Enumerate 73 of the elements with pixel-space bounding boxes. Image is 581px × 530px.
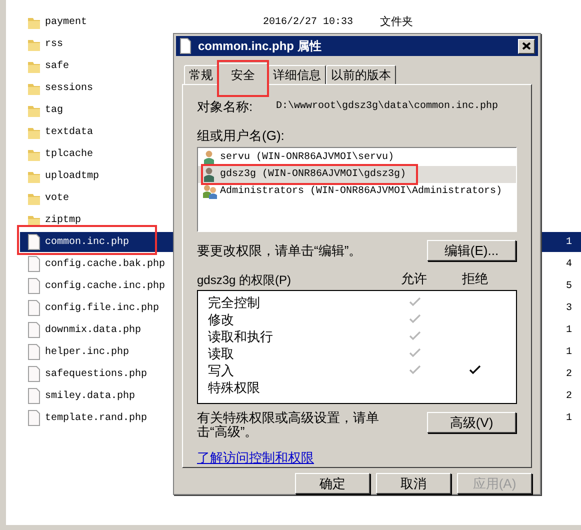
- file-name[interactable]: tag: [45, 102, 165, 118]
- file-name[interactable]: config.cache.bak.php: [45, 256, 165, 272]
- advanced-button[interactable]: 高级(V): [427, 412, 516, 432]
- date-cell-text: 2016/2/27 10:33: [263, 16, 354, 30]
- help-link[interactable]: 了解访问控制和权限: [197, 448, 314, 467]
- user-list-item[interactable]: servu (WIN-ONR86AJVMOI\servu): [198, 149, 516, 166]
- field-label: 组或用户名(G):: [197, 126, 286, 145]
- file-icon: [27, 278, 41, 294]
- file-name[interactable]: config.cache.inc.php: [45, 278, 165, 294]
- tab[interactable]: 以前的版本: [326, 65, 396, 84]
- file-icon: [27, 300, 41, 316]
- edit-button[interactable]: 编辑(E)...: [427, 240, 516, 261]
- user-icon: [202, 167, 216, 182]
- file-name[interactable]: helper.inc.php: [45, 344, 165, 360]
- size-cell-text: 1: [566, 412, 572, 426]
- file-name[interactable]: rss: [45, 36, 165, 52]
- file-name[interactable]: payment: [45, 14, 165, 30]
- size-cell-text: 3: [566, 302, 572, 316]
- user-list-item[interactable]: Administrators (WIN-ONR86AJVMOI\Administrators): [198, 183, 516, 200]
- file-name[interactable]: tplcache: [45, 146, 165, 162]
- dialog-button[interactable]: 确定: [295, 473, 370, 494]
- size-cell-text: 1: [566, 324, 572, 338]
- size-cell-text: 2: [566, 390, 572, 404]
- file-name[interactable]: vote: [45, 190, 165, 206]
- size-cell-text: 5: [566, 280, 572, 294]
- column-header: 允许: [401, 270, 428, 288]
- user-list-item[interactable]: gdsz3g (WIN-ONR86AJVMOI\gdsz3g): [198, 166, 516, 183]
- type-cell-text: 文件夹: [380, 14, 413, 30]
- dialog-button[interactable]: 取消: [376, 473, 451, 494]
- file-name[interactable]: sessions: [45, 80, 165, 96]
- column-header: 拒绝: [462, 270, 488, 288]
- file-name[interactable]: smiley.data.php: [45, 388, 165, 404]
- permission-name: 特殊权限: [208, 378, 261, 397]
- size-cell-text: 1: [566, 346, 572, 360]
- file-icon: [27, 256, 41, 272]
- file-name[interactable]: common.inc.php: [45, 234, 165, 250]
- file-icon: [27, 366, 41, 382]
- field-label: 对象名称:: [197, 98, 254, 116]
- tab[interactable]: 常规: [184, 65, 218, 84]
- file-name[interactable]: safequestions.php: [45, 366, 165, 382]
- close-icon: [522, 42, 531, 50]
- file-icon: [179, 38, 192, 54]
- file-name[interactable]: uploadtmp: [45, 168, 165, 184]
- file-icon: [27, 388, 41, 404]
- size-cell-text: 2: [566, 368, 572, 382]
- permission-name: 完全控制: [208, 294, 261, 312]
- tab[interactable]: 安全: [218, 63, 268, 85]
- hint-text: 有关特殊权限或高级设置，请单击“高级”。: [197, 410, 380, 438]
- size-cell-text: 1: [566, 236, 572, 250]
- file-name[interactable]: config.file.inc.php: [45, 300, 165, 316]
- file-icon: [27, 322, 41, 338]
- file-name[interactable]: safe: [45, 58, 165, 74]
- permissions-label: gdsz3g 的权限(P): [197, 272, 292, 289]
- file-name[interactable]: template.rand.php: [45, 410, 165, 426]
- size-cell-text: 4: [566, 258, 572, 272]
- file-icon: [27, 234, 41, 250]
- file-name[interactable]: textdata: [45, 124, 165, 140]
- close-button[interactable]: [518, 38, 535, 54]
- object-path: D:\wwwroot\gdsz3g\data\common.inc.php: [276, 100, 498, 114]
- permission-name: 写入: [208, 362, 235, 380]
- users-icon: [202, 184, 218, 199]
- file-icon: [27, 344, 41, 360]
- file-icon: [27, 410, 41, 426]
- user-icon: [202, 150, 216, 165]
- window-title: common.inc.php 属性: [198, 38, 322, 55]
- permission-name: 读取和执行: [208, 328, 274, 346]
- user-list[interactable]: servu (WIN-ONR86AJVMOI\servu) gdsz3g (WIN-ONR86AJVMOI\gdsz3g) Administrators (WIN-ONR86AJVMOI\Administrators): [197, 147, 517, 232]
- tab[interactable]: 详细信息: [268, 65, 326, 84]
- permission-name: 读取: [208, 344, 235, 363]
- file-name[interactable]: downmix.data.php: [45, 322, 165, 338]
- permission-name: 修改: [208, 310, 235, 329]
- file-name[interactable]: ziptmp: [45, 212, 165, 228]
- hint-text: 要更改权限，请单击“编辑”。: [197, 242, 362, 260]
